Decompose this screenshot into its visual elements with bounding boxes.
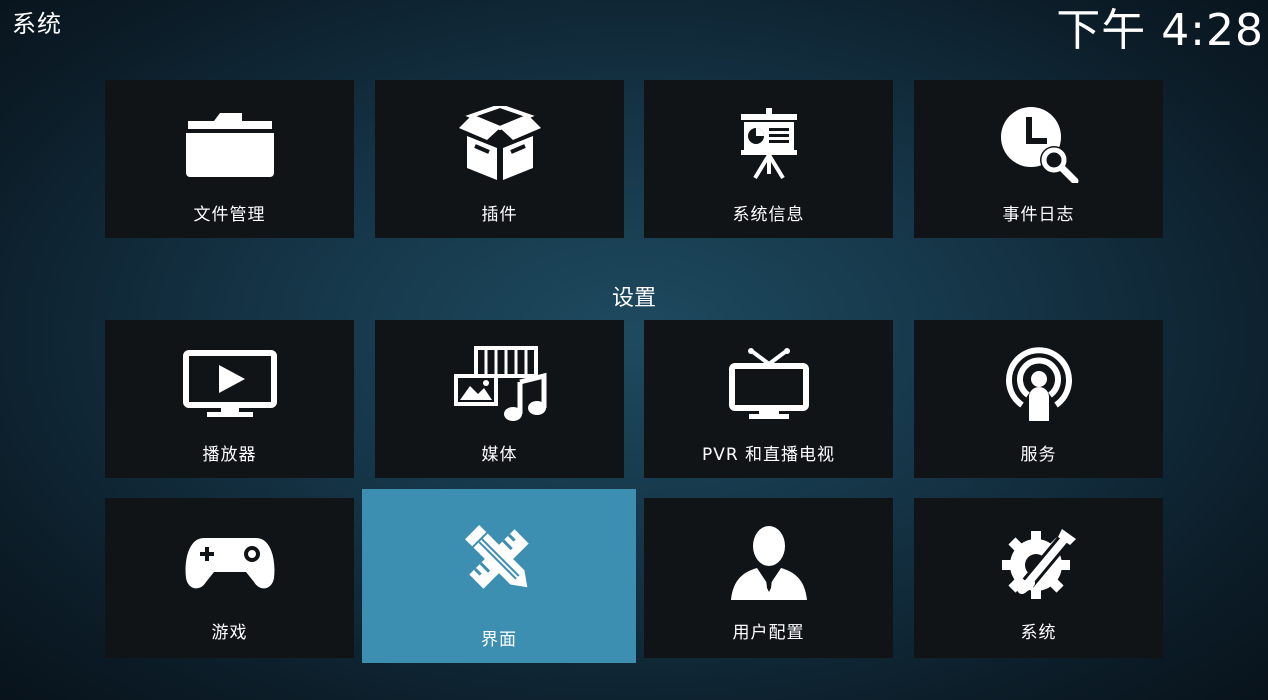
tile-services[interactable]: 服务	[914, 320, 1163, 478]
tile-label: 游戏	[211, 623, 248, 643]
tile-label: 事件日志	[1002, 205, 1075, 225]
user-icon	[719, 520, 819, 604]
tile-addons[interactable]: 插件	[375, 80, 624, 238]
folder-icon	[180, 102, 280, 186]
page-title: 系统	[12, 10, 62, 38]
tile-system-info[interactable]: 系统信息	[644, 80, 893, 238]
gear-wrench-icon	[989, 520, 1089, 604]
clock: 下午 4:28	[1056, 5, 1264, 56]
broadcast-icon	[989, 342, 1089, 426]
monitor-play-icon	[180, 342, 280, 426]
tile-player[interactable]: 播放器	[105, 320, 354, 478]
tile-label: PVR 和直播电视	[701, 445, 836, 465]
tile-label: 系统	[1020, 623, 1057, 643]
tile-label: 文件管理	[193, 205, 266, 225]
tv-icon	[719, 342, 819, 426]
tile-file-manager[interactable]: 文件管理	[105, 80, 354, 238]
tile-label: 插件	[481, 205, 518, 225]
pencil-ruler-icon	[449, 517, 549, 601]
tile-label: 系统信息	[732, 205, 805, 225]
clock-search-icon	[989, 102, 1089, 186]
box-icon	[450, 102, 550, 186]
tile-label: 服务	[1020, 445, 1057, 465]
tile-interface[interactable]: 界面	[362, 489, 636, 663]
tile-media[interactable]: 媒体	[375, 320, 624, 478]
tile-label: 界面	[481, 630, 517, 650]
settings-heading: 设置	[611, 286, 656, 311]
tile-pvr-live-tv[interactable]: PVR 和直播电视	[644, 320, 893, 478]
gamepad-icon	[180, 520, 280, 604]
tile-label: 播放器	[202, 445, 257, 465]
tile-event-log[interactable]: 事件日志	[914, 80, 1163, 238]
presentation-icon	[719, 102, 819, 186]
tile-label: 用户配置	[732, 623, 805, 643]
tile-games[interactable]: 游戏	[105, 498, 354, 658]
tile-system[interactable]: 系统	[914, 498, 1163, 658]
tile-profiles[interactable]: 用户配置	[644, 498, 893, 658]
tile-label: 媒体	[481, 445, 518, 465]
media-icon	[450, 342, 550, 426]
